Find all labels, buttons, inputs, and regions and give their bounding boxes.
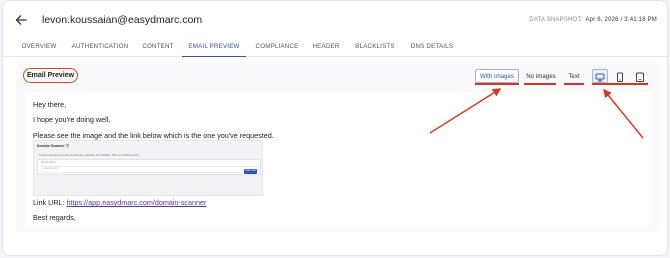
domain-scanner-link[interactable]: https://app.easydmarc.com/domain-scanner <box>67 198 207 207</box>
no-images-button[interactable]: No images <box>524 69 558 83</box>
page-title: levon.koussaian@easydmarc.com <box>42 14 203 26</box>
image-field: example.com <box>41 166 259 173</box>
tab-dns-details[interactable]: DNS DETAILS <box>410 39 454 57</box>
email-signoff: Best regards, <box>33 213 76 222</box>
tab-compliance[interactable]: COMPLIANCE <box>255 39 299 57</box>
email-link-line: Link URL: https://app.easydmarc.com/doma… <box>33 198 207 207</box>
section-title: Email Preview <box>23 68 79 83</box>
tab-blacklists[interactable]: BLACKLISTS <box>355 39 395 57</box>
image-scan-button: Scan now <box>244 169 257 174</box>
email-greeting: Hey there, <box>33 100 67 109</box>
with-images-button[interactable]: With images <box>475 69 519 83</box>
image-description: Check a domain's security for phishing: … <box>39 154 140 157</box>
snapshot-label: DATA SNAPSHOT: <box>529 17 583 23</box>
annotation-underline <box>592 83 648 85</box>
back-arrow-icon[interactable] <box>14 13 28 27</box>
email-body: Hey there, I hope you're doing well, Ple… <box>26 92 652 226</box>
image-field-label: Domain Name <box>41 161 57 164</box>
data-snapshot: DATA SNAPSHOT: Apr 6, 2026 / 3:41:18 PM <box>529 17 657 23</box>
mobile-icon[interactable] <box>612 69 628 83</box>
email-line: Please see the image and the link below … <box>33 131 274 140</box>
annotation-underline <box>564 83 584 85</box>
email-image: Domain Scanner ⓘ Check a domain's securi… <box>33 140 263 196</box>
desktop-icon[interactable] <box>592 69 608 83</box>
annotation-underline <box>524 83 556 85</box>
tablet-icon[interactable] <box>632 69 648 83</box>
email-line: I hope you're doing well, <box>33 115 111 124</box>
snapshot-value: Apr 6, 2026 / 3:41:18 PM <box>585 17 657 23</box>
main-window: levon.koussaian@easydmarc.com DATA SNAPS… <box>2 0 668 256</box>
tab-content[interactable]: CONTENT <box>141 39 175 57</box>
text-button[interactable]: Text <box>564 69 584 83</box>
image-title: Domain Scanner ⓘ <box>37 144 70 148</box>
tab-email-preview[interactable]: EMAIL PREVIEW <box>182 39 246 57</box>
tab-overview[interactable]: OVERVIEW <box>21 39 57 57</box>
tab-authentication[interactable]: AUTHENTICATION <box>71 39 129 57</box>
image-form: Domain Name example.com <box>37 159 261 175</box>
tab-bar: OVERVIEW AUTHENTICATION CONTENT EMAIL PR… <box>3 39 667 57</box>
page-header: levon.koussaian@easydmarc.com DATA SNAPS… <box>3 1 667 39</box>
tab-header[interactable]: HEADER <box>312 39 340 57</box>
annotation-underline <box>475 83 519 85</box>
info-icon: ⓘ <box>65 144 70 148</box>
